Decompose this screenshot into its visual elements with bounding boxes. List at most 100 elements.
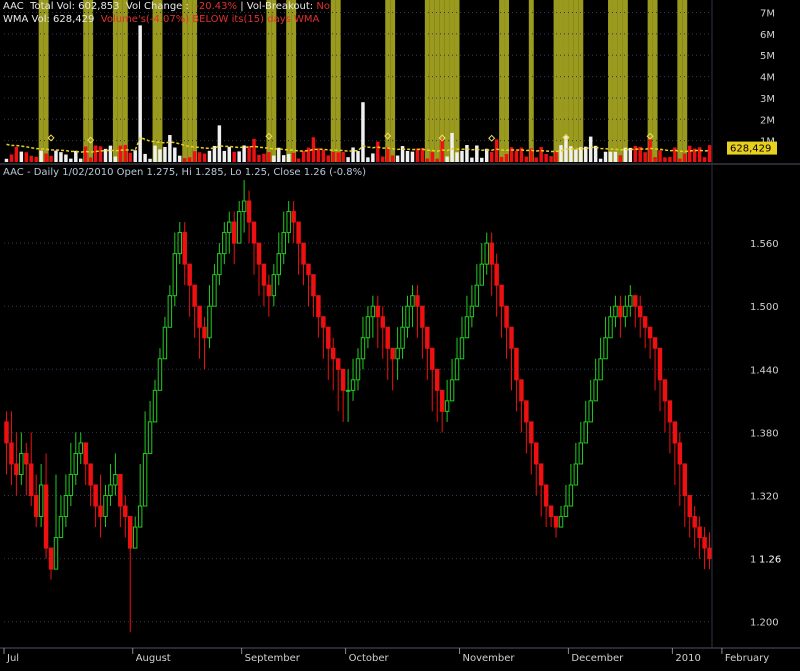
volume-bar [494, 139, 499, 162]
volume-bar [64, 154, 68, 162]
volume-highlight-band [682, 0, 688, 162]
volume-bar [232, 151, 236, 162]
volume-tick-label: 5M [760, 51, 775, 62]
volume-bar [24, 152, 29, 162]
candle-body [410, 295, 415, 307]
volume-bar [648, 139, 652, 162]
wma-vol-line [6, 136, 710, 153]
candle-body [370, 305, 376, 318]
wma-vol-label: WMA Vol: 628,429 [3, 14, 95, 25]
candle-body [24, 452, 29, 465]
volume-bar [598, 158, 603, 162]
volume-bar [702, 157, 707, 162]
volume-bar [524, 156, 529, 162]
volume-bar [549, 156, 553, 162]
volume-bar [618, 155, 623, 162]
candle-body [489, 242, 494, 265]
volume-bar [544, 154, 548, 162]
candle-body [623, 305, 628, 318]
candle-body [291, 211, 296, 223]
candle-body [519, 379, 524, 402]
candle-body [33, 495, 39, 518]
volume-tick-label: 6M [760, 30, 775, 41]
volume-bar [14, 146, 19, 162]
volume-bar [19, 151, 24, 162]
volume-bar [356, 151, 360, 162]
candle-body [4, 421, 9, 444]
candle-body [469, 305, 475, 318]
volume-tick-label: 7M [760, 9, 775, 20]
volume-bar [534, 157, 538, 162]
volume-bar [272, 155, 276, 162]
candle-body [321, 316, 326, 328]
volume-highlight-band [528, 0, 534, 162]
volume-bar [673, 147, 677, 162]
candle-body [573, 463, 579, 486]
candle-body [14, 463, 19, 475]
candle-body [400, 326, 405, 349]
volume-bar [291, 152, 296, 162]
volume-bar [658, 150, 662, 162]
candle-body [345, 389, 351, 392]
candle-body [266, 284, 272, 297]
volume-bar [277, 147, 281, 162]
volume-highlight-band [612, 0, 618, 162]
candle-body [48, 547, 54, 570]
volume-bar [381, 156, 385, 162]
candle-body [128, 516, 133, 549]
candle-body [108, 484, 113, 497]
volume-bar [34, 156, 38, 162]
candle-body [147, 421, 153, 454]
volume-bar [574, 149, 578, 162]
volume-highlight-band [622, 0, 628, 162]
volume-bar [178, 155, 182, 162]
volume-bar [435, 158, 439, 162]
candle-body [459, 337, 465, 360]
candle-body [420, 305, 425, 328]
candle-body [286, 211, 291, 234]
candle-body [543, 484, 549, 507]
candle-body [103, 495, 108, 518]
volume-bar [286, 154, 291, 162]
volume-bar [336, 152, 340, 162]
volume-bar [222, 150, 227, 162]
volume-highlight-band [558, 0, 564, 162]
volume-bar [118, 145, 123, 162]
candle-body [360, 337, 366, 360]
candle-body [534, 442, 539, 465]
volume-highlight-band [335, 0, 341, 162]
candle-body [697, 526, 702, 539]
volume-bar [465, 145, 469, 162]
volume-bar [554, 151, 558, 162]
volume-bar [504, 154, 509, 162]
volume-bar [460, 150, 464, 162]
candle-body [231, 221, 237, 244]
volume-bar [49, 155, 53, 162]
volume-bar [480, 157, 484, 162]
candle-body [598, 358, 603, 381]
volume-bar [663, 157, 667, 162]
x-tick-label: December [571, 653, 624, 664]
volume-bar [301, 151, 306, 162]
volume-bar [153, 145, 157, 162]
volume-bar [539, 147, 543, 162]
candle-body [563, 505, 569, 518]
candle-body [73, 452, 79, 475]
volume-bar [227, 146, 232, 162]
volume-bar [603, 151, 608, 162]
volume-bar [282, 155, 286, 162]
x-tick-label: September [245, 653, 301, 664]
candle-body [227, 221, 232, 234]
candle-body [464, 316, 470, 339]
candle-body [246, 200, 252, 223]
volume-bar [341, 151, 345, 162]
volume-bar [346, 157, 350, 162]
volume-bar [59, 152, 63, 162]
volume-highlight-band [617, 0, 623, 162]
candle-body [261, 263, 267, 286]
breakout-label: Vol-Breakout: [246, 1, 314, 12]
volume-bar [138, 25, 142, 163]
volume-bar [69, 158, 73, 162]
candle-body [157, 358, 163, 391]
x-tick-label: 2010 [675, 653, 700, 664]
